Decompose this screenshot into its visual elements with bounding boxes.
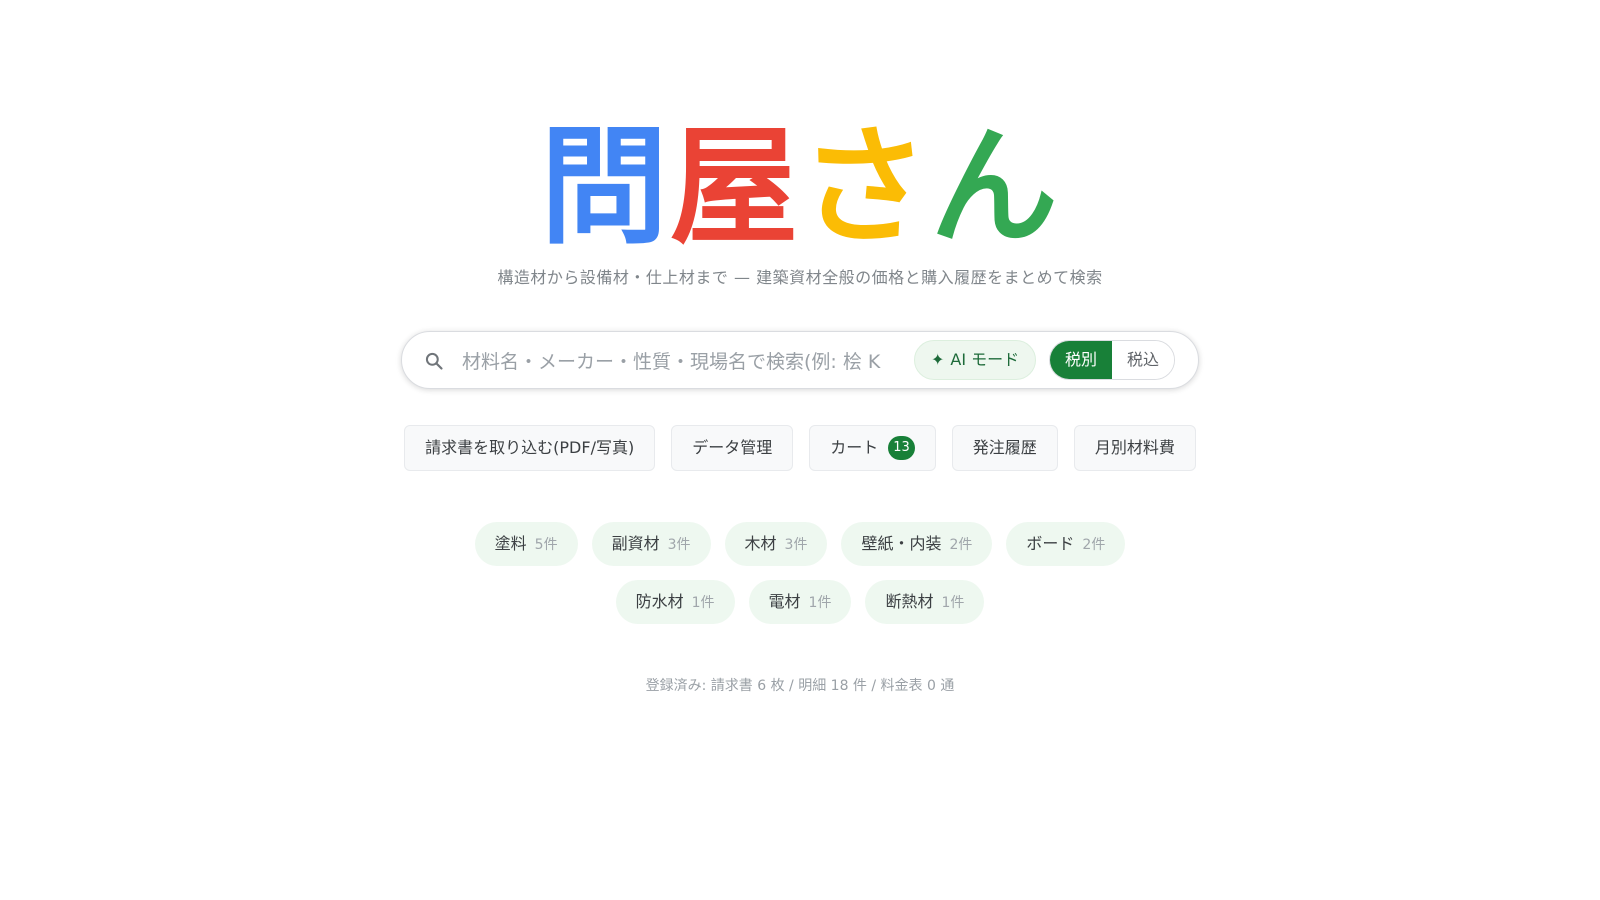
ai-mode-button[interactable]: ✦ AI モード <box>914 340 1037 380</box>
category-count: 5件 <box>534 537 558 553</box>
category-chip-lumber[interactable]: 木材 3件 <box>724 522 828 566</box>
home-page: 問屋さん 構造材から設備材・仕上材まで — 建築資材全般の価格と購入履歴をまとめ… <box>0 0 1600 900</box>
data-management-button[interactable]: データ管理 <box>671 425 794 471</box>
category-chip-insulation[interactable]: 断熱材 1件 <box>865 580 985 624</box>
category-chip-sub-materials[interactable]: 副資材 3件 <box>591 522 711 566</box>
category-name: 副資材 <box>611 534 660 553</box>
cart-label: カート <box>830 438 879 457</box>
search-icon <box>425 352 443 370</box>
category-chip-electrical[interactable]: 電材 1件 <box>748 580 852 624</box>
order-history-button[interactable]: 発注履歴 <box>951 425 1058 471</box>
category-chip-paint[interactable]: 塗料 5件 <box>474 522 578 566</box>
registration-stats: 登録済み: 請求書 6 枚 / 明細 18 件 / 料金表 0 通 <box>645 678 955 694</box>
category-count: 1件 <box>691 595 715 611</box>
category-row-1: 塗料 5件 副資材 3件 木材 3件 壁紙・内装 2件 ボード 2件 <box>0 522 1600 566</box>
category-chip-board[interactable]: ボード 2件 <box>1006 522 1126 566</box>
logo-char-1: 問 <box>539 113 670 262</box>
category-count: 3件 <box>784 537 808 553</box>
data-management-label: データ管理 <box>692 438 773 457</box>
logo-char-2: 屋 <box>669 113 800 262</box>
import-invoice-button[interactable]: 請求書を取り込む(PDF/写真) <box>404 425 656 471</box>
category-name: 電材 <box>768 592 801 611</box>
import-invoice-label: 請求書を取り込む(PDF/写真) <box>425 438 635 457</box>
sparkle-icon: ✦ <box>931 350 945 369</box>
category-name: ボード <box>1026 534 1075 553</box>
action-buttons: 請求書を取り込む(PDF/写真) データ管理 カート 13 発注履歴 月別材料費 <box>0 425 1600 471</box>
brand-logo: 問屋さん <box>0 118 1600 258</box>
logo-char-3: さ <box>800 113 931 262</box>
logo-char-4: ん <box>930 113 1061 262</box>
category-count: 2件 <box>949 537 973 553</box>
category-chips: 塗料 5件 副資材 3件 木材 3件 壁紙・内装 2件 ボード 2件 防水材 1件 電材 1件 <box>0 522 1600 638</box>
monthly-material-cost-label: 月別材料費 <box>1094 438 1175 457</box>
category-count: 3件 <box>667 537 691 553</box>
cart-button[interactable]: カート 13 <box>809 425 936 471</box>
search-bar: ✦ AI モード 税別 税込 <box>401 331 1199 389</box>
monthly-material-cost-button[interactable]: 月別材料費 <box>1073 425 1196 471</box>
search-input[interactable] <box>460 342 900 382</box>
category-name: 断熱材 <box>885 592 934 611</box>
order-history-label: 発注履歴 <box>972 438 1037 457</box>
category-name: 防水材 <box>635 592 684 611</box>
category-row-2: 防水材 1件 電材 1件 断熱材 1件 <box>0 580 1600 624</box>
tax-toggle: 税別 税込 <box>1049 340 1176 380</box>
cart-count-badge: 13 <box>888 436 915 460</box>
tagline: 構造材から設備材・仕上材まで — 建築資材全般の価格と購入履歴をまとめて検索 <box>497 268 1103 287</box>
ai-mode-label: AI モード <box>950 350 1020 369</box>
category-name: 塗料 <box>494 534 527 553</box>
category-name: 木材 <box>744 534 777 553</box>
category-name: 壁紙・内装 <box>861 534 942 553</box>
category-count: 1件 <box>941 595 965 611</box>
category-chip-waterproofing[interactable]: 防水材 1件 <box>615 580 735 624</box>
category-count: 1件 <box>808 595 832 611</box>
tax-excluded-option[interactable]: 税別 <box>1050 341 1113 379</box>
tax-included-option[interactable]: 税込 <box>1112 341 1175 379</box>
category-count: 2件 <box>1082 537 1106 553</box>
category-chip-wallpaper-interior[interactable]: 壁紙・内装 2件 <box>841 522 993 566</box>
